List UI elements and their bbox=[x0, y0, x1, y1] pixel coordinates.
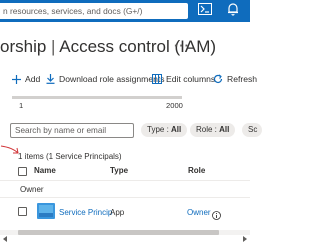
column-header-role[interactable]: Role bbox=[188, 166, 205, 175]
row-checkbox[interactable] bbox=[18, 207, 27, 216]
role-filter-pill[interactable]: Role : All bbox=[190, 123, 236, 137]
title-separator: | bbox=[46, 37, 60, 56]
row-type: App bbox=[110, 208, 125, 217]
header-divider bbox=[0, 180, 250, 181]
edit-columns-label: Edit columns bbox=[166, 74, 216, 84]
results-count: 1 items (1 Service Principals) bbox=[18, 152, 122, 161]
column-header-name[interactable]: Name bbox=[34, 166, 56, 175]
global-search-input[interactable]: n resources, services, and docs (G+/) bbox=[0, 3, 188, 19]
scope-filter-pill[interactable]: Sc bbox=[242, 123, 262, 137]
refresh-button[interactable]: Refresh bbox=[213, 71, 257, 87]
add-icon bbox=[12, 74, 21, 84]
type-filter-label: Type : bbox=[147, 125, 172, 134]
group-label-owner: Owner bbox=[20, 185, 44, 194]
role-filter-label: Role : bbox=[196, 125, 220, 134]
download-label: Download role assignments bbox=[59, 74, 165, 84]
edit-columns-button[interactable]: Edit columns bbox=[152, 71, 215, 87]
top-bar: n resources, services, and docs (G+/) bbox=[0, 0, 250, 22]
download-role-assignments-button[interactable]: Download role assignments bbox=[46, 71, 165, 87]
row-name-link[interactable]: Service Princip bbox=[59, 208, 112, 217]
type-filter-pill[interactable]: Type : All bbox=[141, 123, 188, 137]
cloud-shell-button[interactable] bbox=[196, 2, 214, 20]
column-header-type[interactable]: Type bbox=[110, 166, 128, 175]
scroll-right-icon[interactable] bbox=[242, 229, 248, 247]
slider-min-label: 1 bbox=[19, 101, 24, 110]
info-icon[interactable] bbox=[212, 207, 221, 225]
scope-filter-label: Sc bbox=[248, 125, 258, 134]
add-button[interactable]: Add bbox=[12, 71, 40, 87]
more-options-button[interactable]: ··· bbox=[174, 36, 190, 56]
notifications-button[interactable] bbox=[224, 2, 242, 20]
cloud-shell-icon bbox=[198, 2, 212, 20]
role-filter-value: All bbox=[219, 125, 230, 134]
scroll-left-icon[interactable] bbox=[2, 229, 8, 247]
app-icon bbox=[37, 203, 55, 224]
page-title: orship | Access control (IAM) ··· bbox=[0, 37, 250, 57]
horizontal-scrollbar-thumb[interactable] bbox=[18, 230, 219, 235]
slider-max-label: 2000 bbox=[166, 101, 183, 110]
download-icon bbox=[46, 74, 55, 84]
search-input[interactable] bbox=[10, 123, 134, 138]
refresh-label: Refresh bbox=[227, 74, 258, 84]
table-header: Name Type Role bbox=[0, 166, 250, 177]
slider-track[interactable] bbox=[12, 96, 182, 99]
blade-title: Access control (IAM) bbox=[59, 37, 217, 56]
type-filter-value: All bbox=[171, 125, 182, 134]
row-role-link[interactable]: Owner bbox=[187, 208, 211, 217]
refresh-icon bbox=[213, 74, 223, 84]
select-all-checkbox[interactable] bbox=[18, 167, 27, 176]
resource-name: orship bbox=[0, 37, 47, 56]
add-label: Add bbox=[25, 74, 41, 84]
columns-icon bbox=[152, 74, 162, 84]
notifications-icon bbox=[226, 2, 240, 21]
group-divider bbox=[0, 197, 250, 198]
